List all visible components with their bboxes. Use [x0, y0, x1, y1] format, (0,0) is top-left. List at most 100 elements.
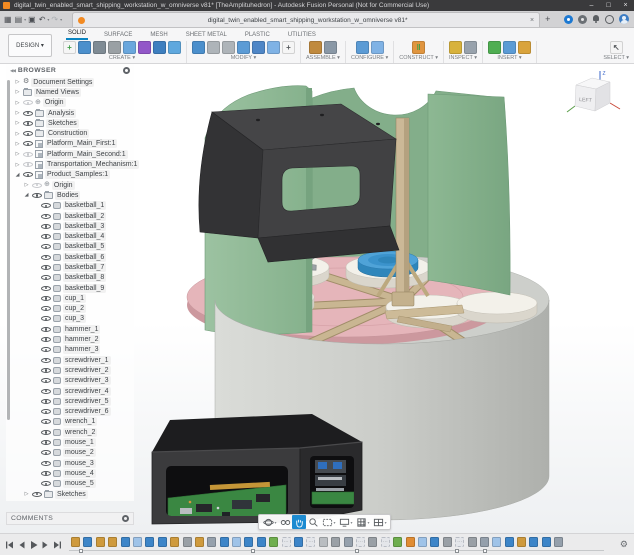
timeline-feature-ghost-icon[interactable]: ⋯	[356, 537, 365, 547]
visibility-eye-icon[interactable]	[41, 305, 51, 312]
visibility-eye-icon[interactable]	[23, 99, 33, 106]
browser-tree-item[interactable]: screwdriver_4	[12, 386, 134, 396]
visibility-eye-icon[interactable]	[23, 140, 33, 147]
group-label[interactable]: CONFIGURE ▾	[351, 55, 388, 61]
browser-tree-item[interactable]: mouse_2	[12, 448, 134, 458]
visibility-eye-icon[interactable]	[41, 295, 51, 302]
visibility-eye-icon[interactable]	[41, 202, 51, 209]
timeline-feature-orange-icon[interactable]	[406, 537, 415, 547]
timeline-feature-extrude-icon[interactable]	[158, 537, 167, 547]
browser-tree-item[interactable]: ◢Product_Samples:1	[12, 170, 134, 180]
timeline-group-marker[interactable]	[79, 549, 83, 553]
tab-utilities[interactable]: UTILITIES	[286, 31, 318, 40]
group-label[interactable]: ASSEMBLE ▾	[306, 55, 340, 61]
visibility-eye-icon[interactable]	[41, 264, 51, 271]
browser-tree-item[interactable]: basketball_6	[12, 252, 134, 262]
view-cube[interactable]: Z LEFT	[566, 68, 626, 122]
create-points-icon[interactable]	[168, 41, 181, 54]
timeline-feature-flag-icon[interactable]	[344, 537, 353, 547]
visibility-eye-icon[interactable]	[41, 315, 51, 322]
press-pull-icon[interactable]	[192, 41, 205, 54]
browser-tree-item[interactable]: ▷⚙Document Settings	[12, 77, 134, 87]
group-label[interactable]: MODIFY ▾	[231, 55, 257, 61]
browser-tree-item[interactable]: hammer_3	[12, 345, 134, 355]
insert-canvas-icon[interactable]	[488, 41, 501, 54]
timeline-feature-gray-icon[interactable]	[368, 537, 377, 547]
display-settings-icon[interactable]: ▾	[337, 515, 354, 529]
timeline-feature-green-icon[interactable]	[269, 537, 278, 547]
timeline-feature-ghost-icon[interactable]: ⋯	[306, 537, 315, 547]
offset-face-icon[interactable]	[267, 41, 280, 54]
timeline-feature-light-icon[interactable]	[492, 537, 501, 547]
timeline-feature-light-icon[interactable]	[133, 537, 142, 547]
sweep-icon[interactable]	[153, 41, 166, 54]
tab-sheet-metal[interactable]: SHEET METAL	[184, 31, 229, 40]
select-icon[interactable]: ↖	[610, 41, 623, 54]
document-tab[interactable]: digital_twin_enabled_smart_shipping_work…	[72, 12, 540, 27]
timeline-feature-extrude-icon[interactable]	[220, 537, 229, 547]
expand-arrow-icon[interactable]: ▷	[23, 491, 30, 497]
timeline-feature-sketch-icon[interactable]	[170, 537, 179, 547]
browser-tree-item[interactable]: ▷Analysis	[12, 108, 134, 118]
browser-tree-item[interactable]: cup_1	[12, 293, 134, 303]
timeline-feature-flag-icon[interactable]	[480, 537, 489, 547]
visibility-eye-icon[interactable]	[23, 110, 33, 117]
timeline-feature-sketch-icon[interactable]	[195, 537, 204, 547]
visibility-eye-icon[interactable]	[41, 418, 51, 425]
extensions-icon[interactable]	[564, 15, 573, 24]
timeline-feature-extrude-icon[interactable]	[430, 537, 439, 547]
comments-bar[interactable]: COMMENTS	[6, 512, 134, 525]
timeline-strip[interactable]: ⋯⋯⋯⋯⋯	[69, 534, 618, 555]
close-tab-icon[interactable]: ×	[530, 17, 534, 24]
visibility-eye-icon[interactable]	[41, 377, 51, 384]
visibility-eye-icon[interactable]	[23, 161, 33, 168]
joint-icon[interactable]	[324, 41, 337, 54]
insert-mesh-icon[interactable]	[503, 41, 516, 54]
browser-tree-item[interactable]: basketball_3	[12, 221, 134, 231]
go-to-end-button[interactable]	[52, 539, 63, 551]
timeline-feature-sketch-icon[interactable]	[96, 537, 105, 547]
timeline-feature-flag-icon[interactable]	[554, 537, 563, 547]
workspace-selector[interactable]: DESIGN ▾	[8, 34, 52, 57]
timeline-feature-extrude-icon[interactable]	[121, 537, 130, 547]
maximize-button[interactable]: □	[600, 0, 617, 11]
undo-icon[interactable]: ↶	[38, 12, 47, 27]
tab-solid[interactable]: SOLID	[66, 29, 88, 40]
browser-tree-item[interactable]: basketball_4	[12, 231, 134, 241]
timeline-feature-gray-icon[interactable]	[468, 537, 477, 547]
browser-collapse-icon[interactable]: ◀◀	[10, 68, 15, 74]
timeline-feature-extrude-icon[interactable]	[542, 537, 551, 547]
expand-arrow-icon[interactable]: ▷	[14, 100, 21, 106]
timeline-feature-extrude-icon[interactable]	[83, 537, 92, 547]
fillet-icon[interactable]	[207, 41, 220, 54]
timeline-feature-green-icon[interactable]	[393, 537, 402, 547]
visibility-eye-icon[interactable]	[41, 439, 51, 446]
browser-tree-item[interactable]: ▷⊕Origin	[12, 98, 134, 108]
play-button[interactable]	[28, 539, 39, 551]
visibility-eye-icon[interactable]	[41, 336, 51, 343]
look-at-icon[interactable]	[278, 515, 292, 529]
browser-tree-item[interactable]: basketball_1	[12, 201, 134, 211]
group-label[interactable]: CREATE ▾	[109, 55, 135, 61]
visibility-eye-icon[interactable]	[23, 171, 33, 178]
expand-arrow-icon[interactable]: ▷	[14, 120, 21, 126]
browser-tree-item[interactable]: screwdriver_5	[12, 396, 134, 406]
data-panel-icon[interactable]: ▦	[3, 12, 13, 27]
timeline-feature-sketch-icon[interactable]	[108, 537, 117, 547]
timeline-feature-extrude-icon[interactable]	[257, 537, 266, 547]
browser-tree-item[interactable]: wrench_1	[12, 417, 134, 427]
timeline-feature-light-icon[interactable]	[418, 537, 427, 547]
timeline-feature-extrude-icon[interactable]	[244, 537, 253, 547]
visibility-eye-icon[interactable]	[41, 460, 51, 467]
form-car-icon[interactable]	[93, 41, 106, 54]
browser-options-icon[interactable]	[123, 67, 130, 74]
browser-tree-item[interactable]: hammer_1	[12, 324, 134, 334]
close-button[interactable]: ×	[617, 0, 634, 11]
revolve-icon[interactable]	[108, 41, 121, 54]
browser-tree-item[interactable]: mouse_3	[12, 458, 134, 468]
visibility-eye-icon[interactable]	[41, 285, 51, 292]
rectangular-pattern-icon[interactable]	[123, 41, 136, 54]
orbit-icon[interactable]: ▾	[261, 515, 278, 529]
electronics-box[interactable]	[152, 414, 362, 524]
visibility-eye-icon[interactable]	[41, 223, 51, 230]
